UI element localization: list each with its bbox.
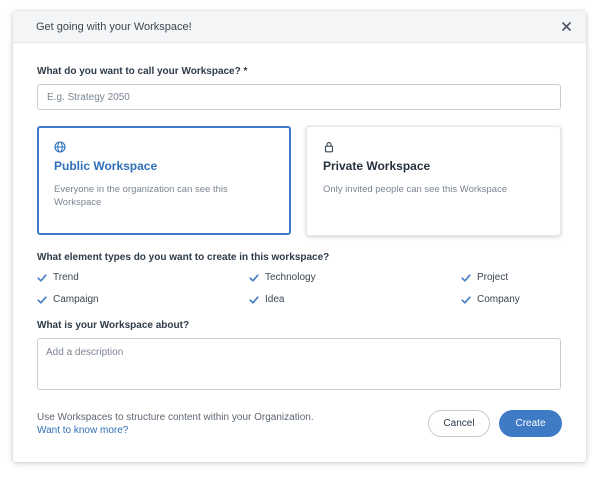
workspace-description-textarea[interactable] <box>37 338 561 390</box>
checkmark-icon <box>37 273 47 282</box>
public-workspace-description: Everyone in the organization can see thi… <box>54 184 228 208</box>
private-workspace-card[interactable]: Private Workspace Only invited people ca… <box>306 126 561 236</box>
public-workspace-card[interactable]: Public Workspace Everyone in the organiz… <box>37 126 291 235</box>
checkbox-project[interactable]: Project <box>461 271 561 284</box>
checkbox-label: Trend <box>53 272 79 283</box>
dialog-header: Get going with your Workspace! <box>13 11 586 43</box>
visibility-options: Public Workspace Everyone in the organiz… <box>37 126 562 236</box>
private-workspace-title: Private Workspace <box>323 159 431 173</box>
checkbox-label: Technology <box>265 272 316 283</box>
private-workspace-description: Only invited people can see this Workspa… <box>323 184 508 195</box>
footer-info-text: Use Workspaces to structure content with… <box>37 412 314 423</box>
checkbox-trend[interactable]: Trend <box>37 271 249 284</box>
workspace-name-label: What do you want to call your Workspace?… <box>37 66 248 77</box>
checkbox-campaign[interactable]: Campaign <box>37 293 249 306</box>
checkbox-label: Project <box>477 272 509 283</box>
lock-icon <box>324 142 334 153</box>
checkmark-icon <box>37 295 47 304</box>
dialog-body: What do you want to call your Workspace?… <box>13 66 586 395</box>
checkbox-label: Campaign <box>53 294 99 305</box>
create-button[interactable]: Create <box>499 410 562 437</box>
workspace-about-label: What is your Workspace about? <box>37 320 190 331</box>
create-workspace-dialog: Get going with your Workspace! What do y… <box>13 11 586 462</box>
close-icon <box>561 22 571 31</box>
footer-buttons: Cancel Create <box>428 410 562 437</box>
dialog-footer: Use Workspaces to structure content with… <box>37 410 562 437</box>
cancel-button[interactable]: Cancel <box>428 410 490 437</box>
know-more-link[interactable]: Want to know more? <box>37 425 314 436</box>
checkbox-label: Idea <box>265 294 285 305</box>
checkbox-technology[interactable]: Technology <box>249 271 461 284</box>
checkbox-idea[interactable]: Idea <box>249 293 461 306</box>
close-button[interactable] <box>558 19 574 35</box>
dialog-title: Get going with your Workspace! <box>36 20 192 33</box>
checkmark-icon <box>461 295 471 304</box>
checkmark-icon <box>461 273 471 282</box>
globe-icon <box>54 141 66 153</box>
checkmark-icon <box>249 295 259 304</box>
element-types-checklist: Trend Technology Project Campaign Idea C… <box>37 271 562 306</box>
public-workspace-title: Public Workspace <box>54 159 158 173</box>
element-types-label: What element types do you want to create… <box>37 252 330 263</box>
workspace-name-input[interactable] <box>37 84 561 110</box>
checkmark-icon <box>249 273 259 282</box>
checkbox-company[interactable]: Company <box>461 293 561 306</box>
checkbox-label: Company <box>477 294 520 305</box>
footer-info: Use Workspaces to structure content with… <box>37 411 314 436</box>
